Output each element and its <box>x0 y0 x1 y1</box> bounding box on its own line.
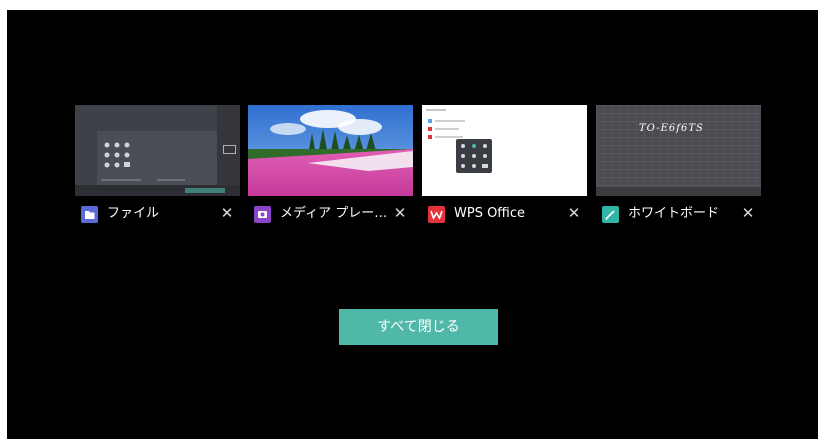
app-caption-whiteboard: ホワイトボード ✕ <box>596 204 761 224</box>
thumbnail-sidebar <box>217 105 240 196</box>
whiteboard-toolbar <box>596 187 761 196</box>
app-name-media-player: メディア プレー… <box>280 206 388 221</box>
flower-field-photo <box>248 105 413 196</box>
app-caption-files: ファイル ✕ <box>75 204 240 224</box>
app-thumbnail-files[interactable] <box>75 105 240 196</box>
app-card-files[interactable]: ファイル ✕ <box>75 105 240 223</box>
app-caption-media-player: メディア プレー… ✕ <box>248 204 413 224</box>
app-card-media-player[interactable]: メディア プレー… ✕ <box>248 105 413 223</box>
recent-apps-screen: ファイル ✕ メディア プレー… ✕ WPS Office ✕ TO-E6f6T… <box>7 10 818 439</box>
thumbnail-quick-icons <box>101 142 185 181</box>
app-card-wps-office[interactable]: WPS Office ✕ <box>422 105 587 223</box>
app-caption-wps-office: WPS Office ✕ <box>422 204 587 224</box>
app-card-whiteboard[interactable]: TO-E6f6TS ホワイトボード ✕ <box>596 105 761 223</box>
close-media-player-button[interactable]: ✕ <box>391 204 409 222</box>
thumbnail-float-panel <box>456 139 492 173</box>
thumbnail-bottombar <box>75 185 240 196</box>
app-name-wps-office: WPS Office <box>454 206 526 221</box>
whiteboard-handwriting: TO-E6f6TS <box>639 123 704 134</box>
whiteboard-grid <box>596 105 761 196</box>
app-name-files: ファイル <box>107 206 160 221</box>
app-thumbnail-whiteboard[interactable]: TO-E6f6TS <box>596 105 761 196</box>
wps-icon <box>428 206 445 223</box>
close-wps-office-button[interactable]: ✕ <box>565 204 583 222</box>
app-thumbnail-wps-office[interactable] <box>422 105 587 196</box>
thumbnail-document-list <box>426 109 465 139</box>
app-name-whiteboard: ホワイトボード <box>628 206 720 221</box>
pen-icon <box>602 206 619 223</box>
close-whiteboard-button[interactable]: ✕ <box>739 204 757 222</box>
close-files-button[interactable]: ✕ <box>218 204 236 222</box>
app-thumbnail-media-player[interactable] <box>248 105 413 196</box>
close-all-button[interactable]: すべて閉じる <box>339 309 498 345</box>
media-player-icon <box>254 206 271 223</box>
folder-icon <box>81 206 98 223</box>
